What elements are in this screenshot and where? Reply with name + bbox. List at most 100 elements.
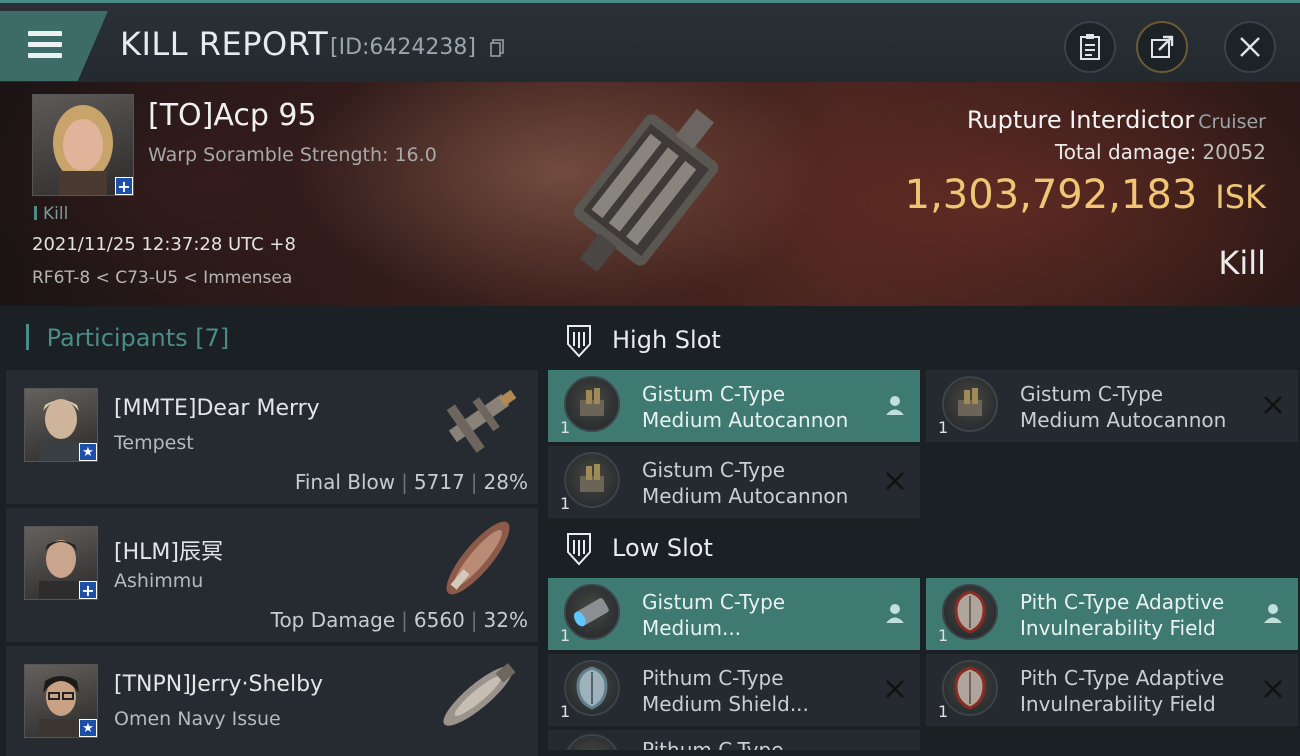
participant-ship: Omen Navy Issue bbox=[114, 708, 281, 730]
autocannon-icon bbox=[942, 376, 998, 432]
participant-row[interactable]: + [HLM]辰冥 Ashimmu Top Damage | 6560 | 32% bbox=[6, 508, 538, 642]
destroyed-icon bbox=[1264, 396, 1282, 414]
module-quantity: 1 bbox=[938, 626, 949, 645]
menu-icon bbox=[28, 31, 62, 36]
participant-row[interactable]: ★ [MMTE]Dear Merry Tempest Final Blow | 57… bbox=[6, 370, 538, 504]
participant-damage: 5717 bbox=[413, 470, 465, 494]
destroyed-icon bbox=[886, 680, 904, 698]
module-item[interactable]: 1 Gistum C-Type Medium Autocannon bbox=[548, 446, 920, 518]
share-button[interactable] bbox=[1136, 21, 1188, 73]
menu-button[interactable] bbox=[0, 11, 108, 81]
autocannon-icon bbox=[564, 376, 620, 432]
person-icon bbox=[1264, 604, 1282, 623]
person-icon bbox=[886, 604, 904, 623]
victim-portrait[interactable]: + bbox=[32, 94, 134, 196]
module-name-line1: Pithum C-Type bbox=[642, 666, 784, 690]
shield-booster-icon bbox=[564, 584, 620, 640]
participant-ship-image bbox=[446, 521, 510, 595]
close-button[interactable] bbox=[1224, 21, 1276, 73]
participant-row[interactable]: ★ [TNPN]Jerry·Shelby Omen Navy Issue bbox=[6, 646, 538, 756]
high-slot-icon bbox=[567, 325, 591, 358]
shield-extender-icon bbox=[564, 660, 620, 716]
module-name-line2: Medium Shield... bbox=[642, 692, 809, 716]
participants-count: [7] bbox=[195, 324, 230, 352]
clipboard-button[interactable] bbox=[1064, 21, 1116, 73]
module-name-line2: Medium Autocannon bbox=[1020, 408, 1227, 432]
module-name-line1: Gistum C-Type bbox=[642, 590, 786, 614]
module-name-line1: Pith C-Type Adaptive bbox=[1020, 590, 1225, 614]
module-name-line1: Gistum C-Type bbox=[642, 458, 786, 482]
participant-stats: Final Blow | 5717 | 28% bbox=[294, 470, 528, 494]
total-damage-label: Total damage: bbox=[1054, 140, 1197, 164]
victim-summary: + [TO]Acp 95 Warp Soramble Strength: 16.… bbox=[0, 82, 1300, 306]
invulnerability-field-icon bbox=[942, 584, 998, 640]
low-slot-icon bbox=[567, 533, 591, 566]
module-item[interactable]: 1 Gistum C-Type Medium Autocannon bbox=[548, 370, 920, 442]
isk-value: 1,303,792,183 ISK bbox=[905, 172, 1266, 218]
ship-class: Cruiser bbox=[1198, 111, 1266, 133]
participant-name: [TNPN]Jerry·Shelby bbox=[114, 672, 324, 697]
avatar: + bbox=[24, 526, 98, 600]
ship-name: Rupture Interdictor bbox=[966, 106, 1195, 134]
participant-role: Top Damage bbox=[270, 608, 396, 632]
avatar: ★ bbox=[24, 664, 98, 738]
victim-ship[interactable]: Rupture Interdictor Cruiser bbox=[967, 106, 1266, 134]
module-quantity: 1 bbox=[938, 702, 949, 721]
module-name-line2: Invulnerability Field bbox=[1020, 692, 1216, 716]
kill-tag: Kill bbox=[34, 204, 68, 224]
isk-amount: 1,303,792,183 bbox=[904, 172, 1198, 218]
high-slot-header: High Slot bbox=[548, 316, 1300, 366]
participant-ship: Tempest bbox=[114, 432, 194, 454]
isk-unit: ISK bbox=[1215, 178, 1266, 216]
result-label: Kill bbox=[1218, 244, 1266, 282]
copy-icon[interactable] bbox=[490, 39, 504, 57]
invulnerability-field-icon bbox=[942, 660, 998, 716]
star-icon: ★ bbox=[79, 719, 97, 737]
module-item[interactable]: 1 Pith C-Type Adaptive Invulnerability F… bbox=[926, 578, 1298, 650]
module-name-line1: Pithum C-Type bbox=[642, 738, 784, 750]
module-quantity: 1 bbox=[560, 494, 571, 513]
participant-ship: Ashimmu bbox=[114, 570, 204, 592]
plus-icon: + bbox=[79, 581, 97, 599]
page-title: KILL REPORT bbox=[120, 25, 329, 63]
high-slot-label: High Slot bbox=[612, 326, 721, 354]
header-bar: KILL REPORT [ID:6424238] bbox=[0, 0, 1300, 85]
star-icon: ★ bbox=[79, 443, 97, 461]
low-slot-label: Low Slot bbox=[612, 534, 713, 562]
module-quantity: 1 bbox=[560, 418, 571, 437]
shield-extender-icon bbox=[564, 734, 620, 750]
module-item[interactable]: 1 Gistum C-Type Medium Autocannon bbox=[926, 370, 1298, 442]
avatar: ★ bbox=[24, 388, 98, 462]
total-damage-value: 20052 bbox=[1202, 140, 1266, 164]
kill-location[interactable]: RF6T-8 < C73-U5 < Immensea bbox=[32, 268, 292, 288]
module-quantity: 1 bbox=[560, 626, 571, 645]
module-item[interactable]: 1 Pith C-Type Adaptive Invulnerability F… bbox=[926, 654, 1298, 726]
low-slot-header: Low Slot bbox=[548, 524, 1300, 574]
module-item[interactable]: Pithum C-Type bbox=[548, 730, 920, 750]
module-item[interactable]: 1 Pithum C-Type Medium Shield... bbox=[548, 654, 920, 726]
participant-role: Final Blow bbox=[294, 470, 396, 494]
close-icon bbox=[1240, 37, 1260, 57]
participant-damage: 6560 bbox=[413, 608, 465, 632]
victim-detail: Warp Soramble Strength: 16.0 bbox=[148, 144, 437, 166]
participants-header: Participants [7] bbox=[26, 324, 230, 352]
report-id: [ID:6424238] bbox=[330, 35, 476, 60]
destroyed-icon bbox=[1264, 680, 1282, 698]
module-quantity: 1 bbox=[938, 418, 949, 437]
participants-label: Participants bbox=[46, 324, 188, 352]
total-damage: Total damage: 20052 bbox=[1055, 140, 1266, 164]
participant-percent: 28% bbox=[483, 470, 528, 494]
module-name-line1: Pith C-Type Adaptive bbox=[1020, 666, 1225, 690]
victim-ship-image bbox=[573, 108, 719, 273]
module-name-line2: Medium... bbox=[642, 616, 742, 640]
participant-stats: Top Damage | 6560 | 32% bbox=[270, 608, 528, 632]
module-item[interactable]: 1 Gistum C-Type Medium... bbox=[548, 578, 920, 650]
module-name-line1: Gistum C-Type bbox=[1020, 382, 1164, 406]
clipboard-icon bbox=[1080, 34, 1100, 60]
share-icon bbox=[1151, 35, 1174, 58]
victim-name[interactable]: [TO]Acp 95 bbox=[148, 98, 317, 133]
module-name-line2: Invulnerability Field bbox=[1020, 616, 1216, 640]
kill-datetime: 2021/11/25 12:37:28 UTC +8 bbox=[32, 234, 296, 255]
module-quantity: 1 bbox=[560, 702, 571, 721]
module-name-line1: Gistum C-Type bbox=[642, 382, 786, 406]
